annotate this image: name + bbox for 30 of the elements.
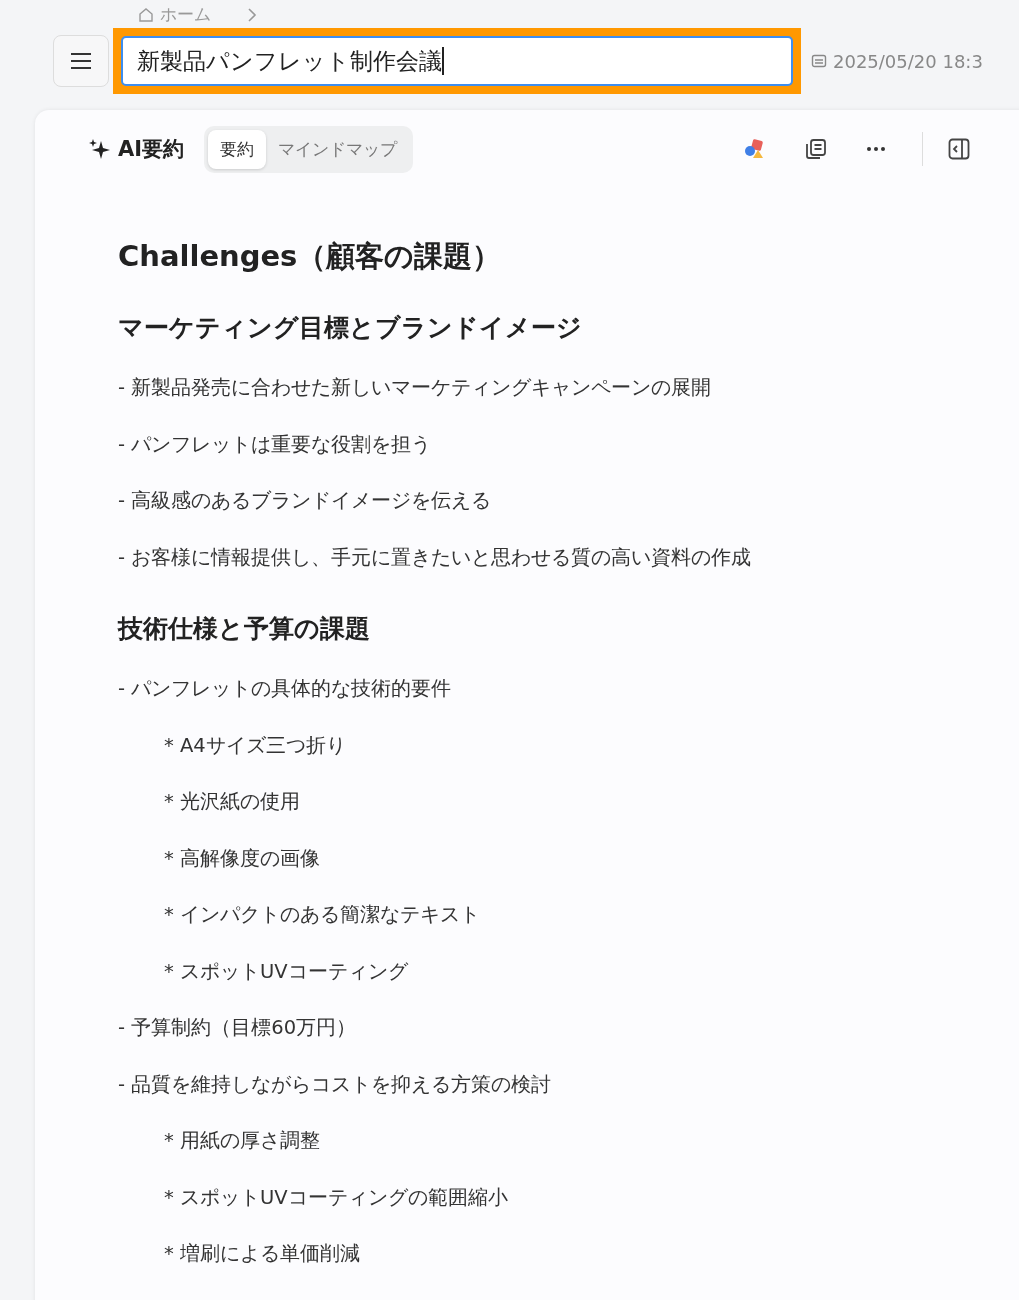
title-field[interactable]: 新製品パンフレット制作会議 <box>121 36 793 86</box>
sub-bullet-text: * A4サイズ三つ折り <box>163 733 347 759</box>
sub-bullet-text: * インパクトのある簡潔なテキスト <box>163 903 481 928</box>
calendar-icon <box>811 53 827 69</box>
bullet-text: - 新製品発売に合わせた新しいマーケティングキャンペーンの展開 <box>118 376 713 401</box>
sub-bullet-text: * スポットUVコーティングの範囲縮小 <box>163 1185 509 1211</box>
bullet-text: - パンフレットは重要な役割を担う <box>118 432 433 458</box>
view-tab[interactable]: マインドマップ <box>266 129 410 169</box>
subsection-heading: マーケティング目標とブランドイメージ <box>118 312 583 344</box>
menu-button[interactable] <box>53 35 109 87</box>
sub-bullet-text: * スポットUVコーティング <box>163 959 409 985</box>
bullet-text: - パンフレットの具体的な技術的要件 <box>118 677 453 702</box>
bullet-text: - 品質を維持しながらコストを抑える方策の検討 <box>118 1072 553 1098</box>
sub-bullet-text: * 光沢紙の使用 <box>163 790 301 815</box>
menu-icon <box>71 53 91 69</box>
section-heading: Challenges（顧客の課題） <box>118 238 503 275</box>
sub-bullet-text: * 用紙の厚さ調整 <box>163 1129 321 1154</box>
sub-bullet-text: * 増刷による単価削減 <box>163 1242 361 1267</box>
bullet-text: - 高級感のあるブランドイメージを伝える <box>118 489 493 514</box>
date-text: 2025/05/20 18:3 <box>833 50 983 72</box>
copy-icon[interactable] <box>804 137 828 161</box>
chevron-right-icon <box>247 6 257 23</box>
sub-bullet-text: * 高解像度の画像 <box>163 846 321 872</box>
bullet-text: - 予算制約（目標60万円） <box>118 1016 358 1041</box>
bullet-text: - お客様に情報提供し、手元に置きたいと思わせる質の高い資料の作成 <box>118 545 753 571</box>
panel-title: AI要約 <box>118 136 185 163</box>
side-panel-icon[interactable] <box>947 137 971 161</box>
view-tab[interactable]: 要約 <box>208 129 267 169</box>
subsection-heading: 技術仕様と予算の課題 <box>118 613 371 645</box>
home-icon <box>138 6 154 23</box>
